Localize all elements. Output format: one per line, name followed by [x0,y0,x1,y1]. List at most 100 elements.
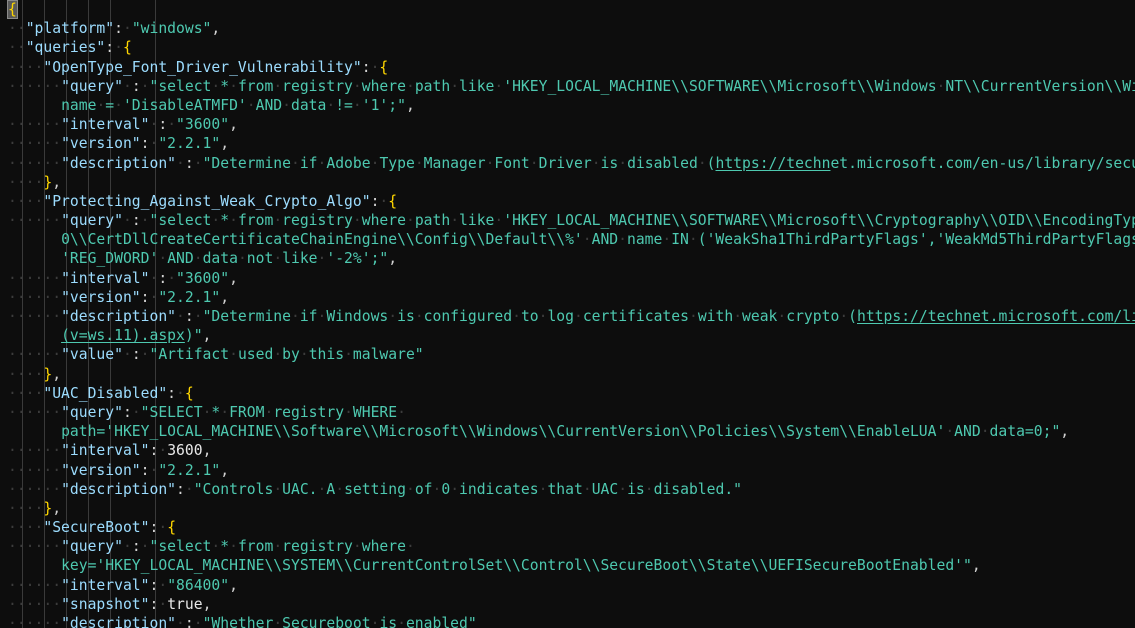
token-punc: , [52,173,62,191]
code-line[interactable]: ······"snapshot":·true, [0,595,1135,614]
token-ws: · [122,212,132,230]
code-line[interactable]: ··"queries":·{ [0,38,1135,57]
code-line[interactable]: ······"version":·"2.2.1", [0,288,1135,307]
whitespace-dot: · [512,308,521,325]
token-key: "queries" [25,39,106,57]
token-ws: · [184,480,194,498]
token-brace: { [122,39,132,57]
whitespace-dot: · [405,538,415,556]
line-indent: ······ [8,403,62,421]
code-line[interactable]: ······"description":·"Controls·UAC.·A·se… [0,480,1135,499]
code-line[interactable]: ······"query"·:·"select·*·from·registry·… [0,211,1135,230]
whitespace-dot: · [591,154,601,172]
token-punc: , [971,557,981,575]
token-ws: · [140,77,150,95]
token-link[interactable]: (v=ws.11).aspx [61,327,185,344]
token-ws: · [167,116,177,134]
token-ws: · [140,346,150,364]
code-line[interactable]: 'REG_DWORD'·AND·data·not·like·'-2%';", [0,249,1135,268]
code-editor[interactable]: {··"platform":·"windows", ··"queries":·{·… [0,0,1135,628]
token-str: )" [184,327,203,345]
code-line[interactable]: ······"version":·"2.2.1", [0,461,1135,480]
whitespace-dot: · [405,480,415,498]
code-line[interactable]: ····"SecureBoot":·{ [0,518,1135,537]
code-line[interactable]: ······"interval"·:·"3600", [0,115,1135,134]
token-str: "3600" [176,269,230,287]
token-link[interactable]: https://techn [716,155,831,172]
whitespace-dot: · [344,346,353,364]
token-link[interactable]: https://technet.microsoft.com/library/dn… [857,308,1135,325]
code-line[interactable]: ······"query":·"SELECT·*·FROM·registry·W… [0,403,1135,422]
code-line[interactable]: ····"Protecting_Against_Weak_Crypto_Algo… [0,192,1135,211]
whitespace-dot: · [494,212,504,230]
token-punc: , [229,576,238,594]
whitespace-dot: · [529,154,539,172]
whitespace-dot: · [352,96,362,114]
code-line[interactable]: key='HKEY_LOCAL_MACHINE\\SYSTEM\\Current… [0,556,1135,575]
code-line[interactable]: ····"OpenType_Font_Driver_Vulnerability"… [0,58,1135,77]
token-key: "description" [61,308,177,325]
token-ws: · [193,154,203,172]
token-brace: } [43,499,53,517]
token-brace: { [167,519,177,537]
token-punc: , [388,250,398,268]
whitespace-dot: · [291,308,300,325]
code-line[interactable]: name·=·'DisableATMFD'·AND·data·!=·'1';", [0,96,1135,115]
code-line[interactable]: ····}, [0,365,1135,384]
whitespace-dot: · [273,77,283,95]
whitespace-dot: · [688,231,698,249]
token-key: "version" [61,288,141,306]
whitespace-dot: · [237,250,247,268]
whitespace-dot: · [352,538,362,556]
code-line[interactable]: path='HKEY_LOCAL_MACHINE\\Software\\Micr… [0,422,1135,441]
whitespace-dot: · [644,480,654,498]
whitespace-dot: · [158,250,168,268]
code-line[interactable]: ······"description"·:·"Determine·if·Wind… [0,307,1135,326]
token-punc: : [105,39,115,57]
token-key: "UAC_Disabled" [43,384,168,402]
token-str: "2.2.1" [158,461,221,479]
line-indent: ······ [8,135,62,153]
whitespace-dot: · [114,96,123,114]
token-key: "version" [61,461,141,479]
code-line[interactable]: ····"UAC_Disabled":·{ [0,384,1135,403]
token-str: "2.2.1" [158,288,221,306]
token-ws: · [176,308,185,325]
code-line[interactable]: { [0,0,1135,19]
line-indent: ······ [8,346,62,364]
whitespace-dot: · [574,308,583,325]
code-line[interactable]: 0\\CertDllCreateCertificateChainEngine\\… [0,230,1135,249]
token-key: "version" [61,135,141,153]
whitespace-dot: · [193,250,203,268]
whitespace-dot: · [839,308,849,325]
whitespace-dot: · [688,308,698,325]
code-line[interactable]: ····}, [0,499,1135,518]
code-line[interactable]: ··"platform":·"windows", [0,19,1135,38]
token-punc: : [158,269,168,287]
code-line[interactable]: ····}, [0,173,1135,192]
whitespace-dot: · [733,308,743,325]
token-ws: · [158,595,168,613]
token-punc: , [202,595,212,613]
code-line[interactable]: ······"query"·:·"select·*·from·registry·… [0,77,1135,96]
code-line[interactable]: ······"version":·"2.2.1", [0,134,1135,153]
line-indent: ······ [8,288,62,306]
code-line[interactable]: (v=ws.11).aspx)", [0,326,1135,345]
code-line[interactable]: ······"query"·:·"select·*·from·registry·… [0,537,1135,556]
token-ws: · [122,538,132,556]
code-content[interactable]: {··"platform":·"windows", ··"queries":·{·… [0,0,1135,628]
code-line[interactable]: ······"interval":·3600, [0,441,1135,460]
code-line[interactable]: ······"interval":·"86400", [0,576,1135,595]
token-punc: : [176,480,185,498]
code-line[interactable]: ······"description"·:·"Determine·if·Adob… [0,154,1135,173]
code-line[interactable]: ······"value"·:·"Artifact·used·by·this·m… [0,345,1135,364]
whitespace-dot: · [291,154,300,172]
token-ws: · [176,154,185,172]
code-line[interactable]: ······"interval"·:·"3600", [0,269,1135,288]
code-line[interactable]: ······"description"·:·"Whether·Secureboo… [0,614,1135,628]
whitespace-dot: · [273,250,283,268]
token-ws: · [158,442,168,460]
